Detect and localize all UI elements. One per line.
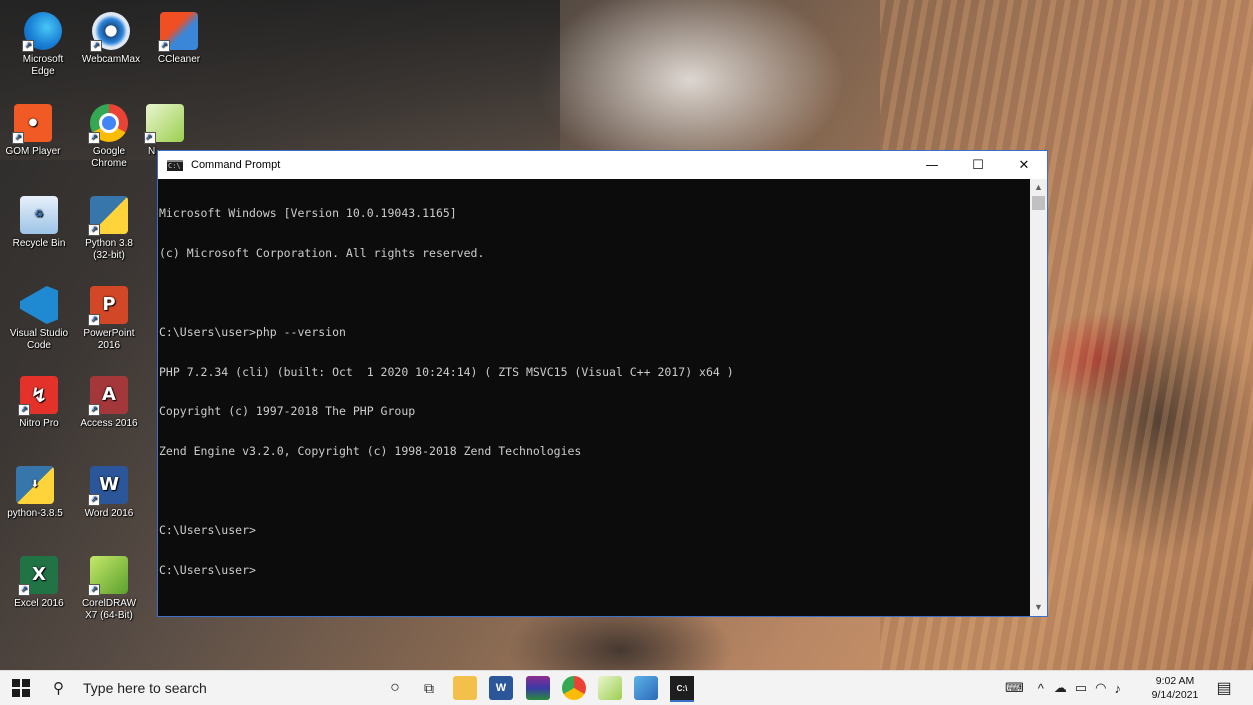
console-line: Zend Engine v3.2.0, Copyright (c) 1998-2… [159, 444, 582, 459]
desktop-icon-label: Recycle Bin [12, 238, 66, 249]
paint-icon[interactable] [634, 676, 658, 700]
desktop-icon-label: CorelDRAW X7 (64-Bit) [81, 598, 137, 621]
desktop-icon-label: WebcamMax [81, 54, 141, 65]
console-prompt: C:\Users\user> [159, 562, 256, 577]
task-view-icon[interactable]: ⧉ [417, 676, 441, 700]
desktop-icon-python[interactable]: ↗ Python 3.8 (32-bit) [76, 196, 142, 262]
desktop-icon-label: CCleaner [157, 54, 201, 65]
word-icon: W ↗ [88, 466, 128, 506]
desktop-icon-chrome[interactable]: ↗ Google Chrome [76, 104, 142, 170]
touch-keyboard-icon[interactable]: ⌨ [1005, 680, 1024, 696]
maximize-button[interactable]: ☐ [955, 151, 1001, 179]
desktop-icon-label: Visual Studio Code [9, 328, 69, 351]
edge-icon: ↗ [22, 12, 62, 52]
notepad-plus-taskbar-icon[interactable] [598, 676, 622, 700]
desktop-icon-label: Access 2016 [80, 418, 138, 429]
battery-icon[interactable]: ▭ [1075, 680, 1087, 696]
command-prompt-window[interactable]: C:\ Command Prompt — ☐ ✕ Microsoft Windo… [157, 150, 1048, 617]
console-line: C:\Users\user> [159, 523, 256, 538]
command-prompt-icon: C:\ [167, 159, 183, 171]
close-button[interactable]: ✕ [1001, 151, 1047, 179]
desktop-icon-word[interactable]: W ↗ Word 2016 [76, 466, 142, 520]
vscode-icon [20, 286, 58, 324]
chrome-icon: ↗ [88, 104, 128, 144]
file-explorer-icon[interactable] [453, 676, 477, 700]
python-icon: ↗ [88, 196, 128, 236]
window-controls: — ☐ ✕ [909, 151, 1047, 179]
access-icon: A ↗ [88, 376, 128, 416]
excel-icon: X ↗ [18, 556, 58, 596]
desktop-icon-access[interactable]: A ↗ Access 2016 [76, 376, 142, 430]
console-line: Microsoft Windows [Version 10.0.19043.11… [159, 206, 457, 221]
search-placeholder: Type here to search [83, 680, 207, 696]
taskbar-search[interactable]: ⚲ Type here to search [45, 671, 365, 705]
nitro-pro-icon: ↯ ↗ [18, 376, 58, 416]
console-output[interactable]: Microsoft Windows [Version 10.0.19043.11… [158, 179, 1030, 616]
clock[interactable]: 9:02 AM 9/14/2021 [1150, 674, 1200, 702]
coreldraw-icon: ↗ [88, 556, 128, 596]
notepad-plus-icon: ↗ [144, 104, 184, 144]
command-prompt-taskbar-icon[interactable]: C:\ [670, 676, 694, 702]
chevron-up-icon[interactable]: ^ [1038, 681, 1044, 696]
desktop-icon-coreldraw[interactable]: ↗ CorelDRAW X7 (64-Bit) [76, 556, 142, 622]
scroll-down-icon[interactable]: ▼ [1030, 599, 1047, 616]
console-line: (c) Microsoft Corporation. All rights re… [159, 246, 485, 261]
desktop-icon-label: Word 2016 [84, 508, 134, 519]
desktop-icon-powerpoint[interactable]: P ↗ PowerPoint 2016 [76, 286, 142, 352]
desktop-icon-label: Google Chrome [91, 146, 127, 169]
console-line: C:\Users\user>php --version [159, 325, 346, 340]
search-icon: ⚲ [53, 680, 64, 697]
desktop-icon-label: Microsoft Edge [22, 54, 64, 77]
desktop-icon-edge[interactable]: ↗ Microsoft Edge [10, 12, 76, 78]
desktop-icon-gom-player[interactable]: ● ↗ GOM Player [0, 104, 66, 158]
onedrive-icon[interactable]: ☁ [1054, 680, 1067, 696]
desktop-icon-ccleaner[interactable]: ↗ CCleaner [146, 12, 212, 66]
vertical-scrollbar[interactable]: ▲ ▼ [1030, 179, 1047, 616]
recycle-bin-icon: ♻ [20, 196, 58, 234]
scroll-up-icon[interactable]: ▲ [1030, 179, 1047, 196]
system-tray: ⌨ ^ ☁ ▭ ◠ ♪ [1005, 671, 1121, 705]
desktop-icon-label: python-3.8.5 [7, 508, 63, 519]
desktop-icon-label: Nitro Pro [19, 418, 59, 429]
scroll-thumb[interactable] [1032, 196, 1045, 210]
powerpoint-icon: P ↗ [88, 286, 128, 326]
desktop-icon-label: Python 3.8 (32-bit) [85, 238, 133, 261]
desktop-icon-label: PowerPoint 2016 [83, 328, 135, 351]
desktop-icon-vscode[interactable]: Visual Studio Code [6, 286, 72, 352]
wifi-icon[interactable]: ◠ [1095, 680, 1106, 696]
python-installer-icon: ⬇ [16, 466, 54, 504]
cortana-icon[interactable]: ○ [383, 676, 407, 700]
desktop-icon-label: Excel 2016 [14, 598, 64, 609]
word-taskbar-icon[interactable]: W [489, 676, 513, 700]
winrar-icon[interactable] [526, 676, 550, 700]
console-line: PHP 7.2.34 (cli) (built: Oct 1 2020 10:2… [159, 364, 734, 379]
ccleaner-icon: ↗ [158, 12, 198, 52]
desktop-icon-nitro-pro[interactable]: ↯ ↗ Nitro Pro [6, 376, 72, 430]
volume-icon[interactable]: ♪ [1115, 681, 1122, 696]
desktop-icon-webcammax[interactable]: ↗ WebcamMax [78, 12, 144, 66]
webcammax-icon: ↗ [90, 12, 130, 52]
taskbar: ⚲ Type here to search ○ ⧉ W C:\ ⌨ ^ ☁ ▭ … [0, 670, 1253, 705]
notification-icon[interactable]: ▤ [1212, 676, 1236, 700]
desktop-icon-excel[interactable]: X ↗ Excel 2016 [6, 556, 72, 610]
gom-player-icon: ● ↗ [12, 104, 52, 144]
desktop-icon-recycle-bin[interactable]: ♻ Recycle Bin [6, 196, 72, 250]
chrome-taskbar-icon[interactable] [562, 676, 586, 700]
start-button[interactable] [12, 678, 32, 698]
clock-time: 9:02 AM [1155, 675, 1195, 687]
clock-date: 9/14/2021 [1151, 689, 1199, 701]
minimize-button[interactable]: — [909, 151, 955, 179]
desktop-icon-label: GOM Player [5, 146, 61, 157]
desktop-icon-python-installer[interactable]: ⬇ python-3.8.5 [2, 466, 68, 520]
console-line: Copyright (c) 1997-2018 The PHP Group [159, 404, 416, 419]
window-titlebar[interactable]: C:\ Command Prompt — ☐ ✕ [158, 151, 1047, 179]
window-title: Command Prompt [191, 159, 281, 171]
